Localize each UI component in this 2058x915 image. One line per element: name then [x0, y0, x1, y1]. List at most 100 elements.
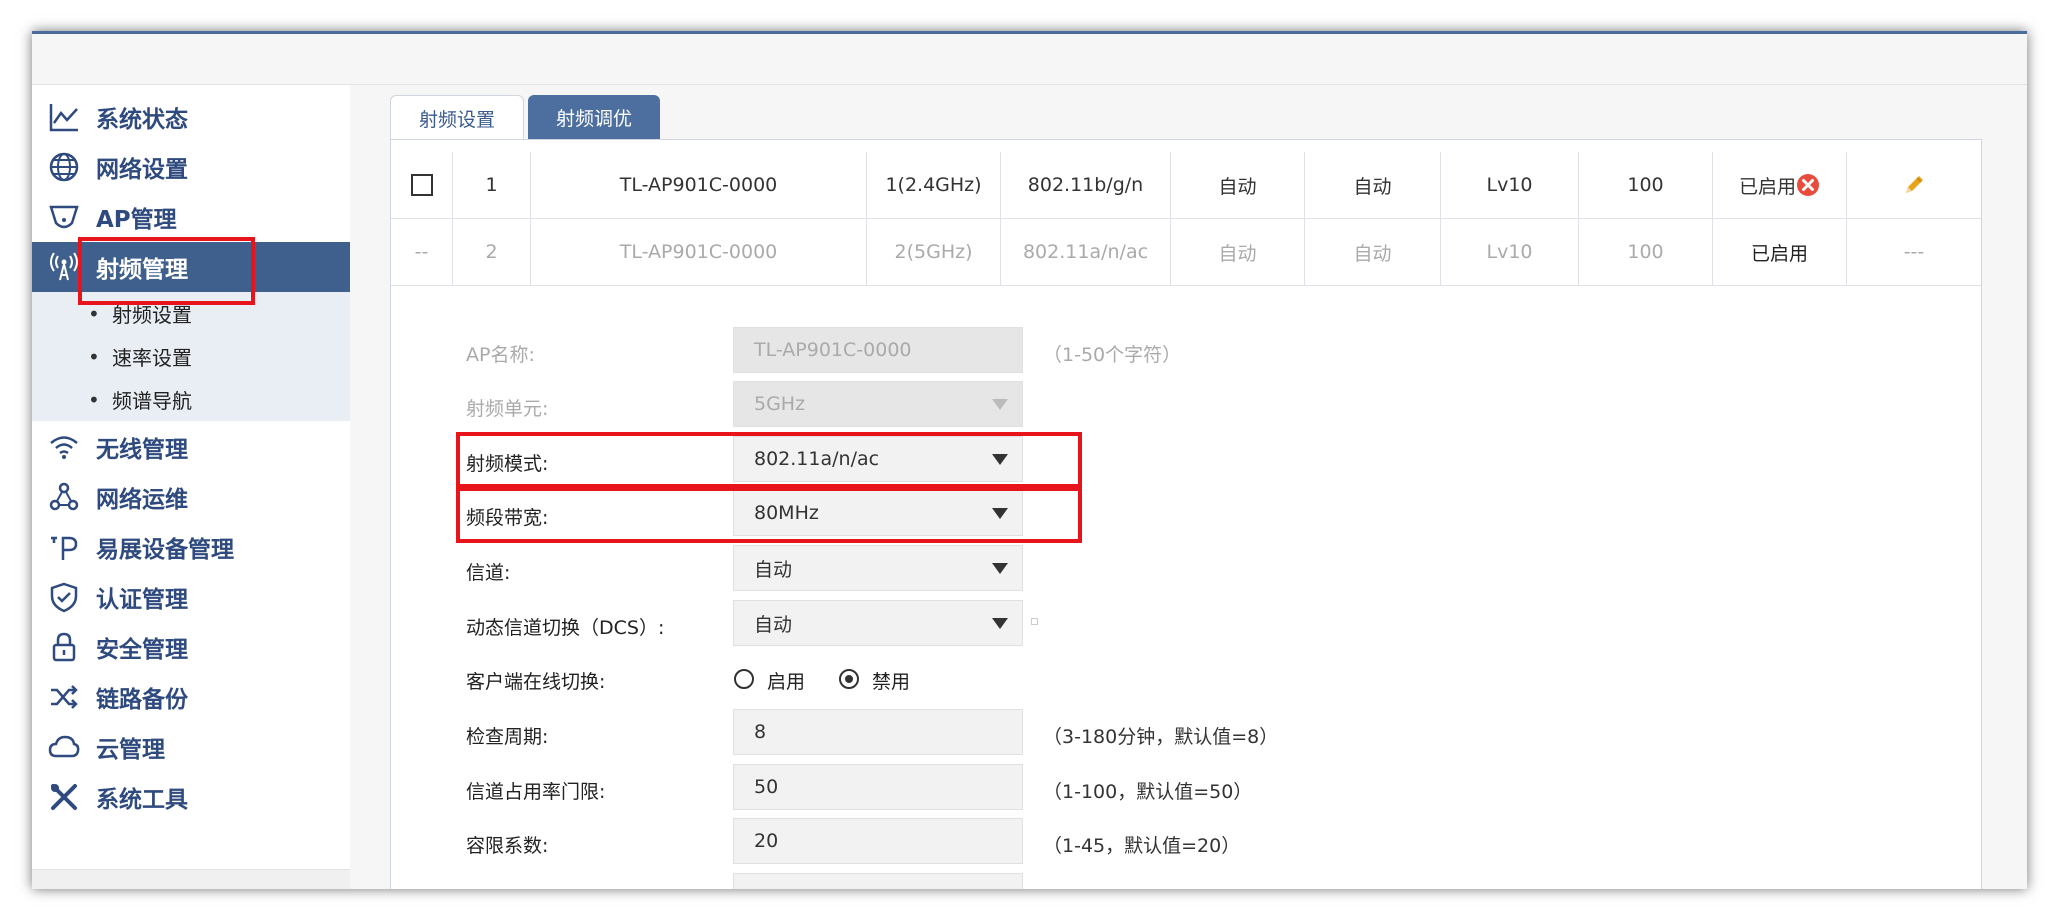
sidebar: 系统状态 网络设置 AP管理 射频管理 • 射频设置 • 速率设置 • 频谱导航…: [32, 85, 350, 889]
channel-select[interactable]: 自动: [733, 545, 1023, 591]
tolerance-hint: （1-45，默认值=20）: [1043, 835, 1241, 857]
highlight-box-bandwidth: [456, 487, 1082, 543]
band-cell: 2(5GHz): [867, 219, 1001, 285]
status-cell: 已启用: [1713, 219, 1847, 285]
power-cell: Lv10: [1441, 219, 1579, 285]
power-cell: Lv10: [1441, 152, 1579, 218]
client-switch-enable-radio[interactable]: [734, 669, 754, 689]
check-period-input[interactable]: 8: [733, 709, 1023, 755]
sidebar-item-label: 易展设备管理: [96, 537, 234, 563]
check-period-hint: （3-180分钟，默认值=8）: [1043, 726, 1279, 748]
highlight-box-radio-mode: [456, 432, 1082, 488]
shuffle-icon: [51, 685, 78, 709]
index-cell: 1: [453, 152, 531, 218]
percent-cell: 100: [1579, 219, 1713, 285]
mode-cell: 802.11b/g/n: [1001, 152, 1171, 218]
sidebar-item-label: 认证管理: [96, 587, 188, 613]
channel-cell: 自动: [1171, 152, 1305, 218]
radio-unit-value: 5GHz: [754, 393, 806, 415]
client-switch-disable-radio[interactable]: [839, 669, 859, 689]
sidebar-subitem-rate-settings[interactable]: • 速率设置: [32, 335, 350, 378]
tolerance-input[interactable]: 20: [733, 818, 1023, 864]
ap-name-cell: TL-AP901C-0000: [531, 219, 867, 285]
chevron-down-icon: [992, 618, 1008, 629]
sidebar-item-label: 网络设置: [96, 157, 188, 183]
check-period-label: 检查周期:: [466, 726, 549, 748]
app-window: 系统状态 网络设置 AP管理 射频管理 • 射频设置 • 速率设置 • 频谱导航…: [32, 31, 2027, 889]
sidebar-item-easy-mesh[interactable]: 易展设备管理: [32, 522, 350, 572]
percent-cell: 100: [1579, 152, 1713, 218]
sidebar-item-system-tools[interactable]: 系统工具: [32, 772, 350, 822]
edit-pencil-icon[interactable]: [1902, 173, 1926, 197]
sidebar-footer: [32, 869, 350, 889]
sidebar-item-label: 云管理: [96, 737, 165, 763]
sidebar-subitem-spectrum-navigation[interactable]: • 频谱导航: [32, 378, 350, 421]
network-nodes-icon: [49, 482, 79, 511]
chevron-down-icon: [992, 563, 1008, 574]
channel-cell: 自动: [1171, 219, 1305, 285]
easy-mesh-icon: [51, 536, 78, 560]
sidebar-item-link-backup[interactable]: 链路备份: [32, 672, 350, 722]
row-checkbox-cell[interactable]: [391, 152, 453, 218]
chart-line-icon: [49, 104, 78, 132]
antenna-icon: [50, 252, 78, 281]
next-field-input[interactable]: [733, 873, 1023, 889]
sidebar-item-ap-management[interactable]: AP管理: [32, 192, 350, 242]
ap-name-hint: （1-50个字符）: [1043, 344, 1182, 366]
ap-shield-icon: [49, 205, 79, 229]
top-bar: [32, 34, 2027, 85]
sidebar-item-label: 系统状态: [96, 107, 188, 133]
shield-check-icon: [50, 582, 78, 613]
cloud-icon: [48, 735, 80, 758]
globe-icon: [49, 152, 79, 182]
client-switch-enable-label[interactable]: 启用: [767, 667, 805, 694]
sidebar-item-label: 系统工具: [96, 787, 188, 813]
status-text: 已启用: [1738, 175, 1796, 198]
tolerance-label: 容限系数:: [466, 835, 549, 857]
client-switch-disable-label[interactable]: 禁用: [872, 667, 910, 694]
tools-icon: [51, 784, 77, 810]
chevron-down-icon: [992, 399, 1008, 410]
band-cell: 1(2.4GHz): [867, 152, 1001, 218]
disable-x-icon[interactable]: [1796, 173, 1820, 197]
sidebar-item-security[interactable]: 安全管理: [32, 622, 350, 672]
channel-threshold-input[interactable]: 50: [733, 764, 1023, 810]
bullet-icon: •: [88, 344, 100, 369]
width-cell: 自动: [1305, 152, 1441, 218]
tab-radio-tuning[interactable]: 射频调优: [528, 95, 660, 139]
channel-label: 信道:: [466, 562, 511, 584]
bullet-icon: •: [88, 301, 100, 326]
channel-threshold-label: 信道占用率门限:: [466, 781, 606, 803]
ap-name-field: TL-AP901C-0000: [733, 327, 1023, 373]
tab-radio-settings[interactable]: 射频设置: [390, 95, 524, 140]
mode-cell: 802.11a/n/ac: [1001, 219, 1171, 285]
radio-unit-label: 射频单元:: [466, 398, 549, 420]
dcs-select[interactable]: 自动: [733, 600, 1023, 646]
sidebar-subitem-label: 速率设置: [112, 346, 192, 370]
ap-name-cell: TL-AP901C-0000: [531, 152, 867, 218]
sidebar-item-wireless-management[interactable]: 无线管理: [32, 422, 350, 472]
dcs-label: 动态信道切换（DCS）:: [466, 617, 665, 639]
channel-threshold-hint: （1-100，默认值=50）: [1043, 781, 1253, 803]
sidebar-item-network-maintenance[interactable]: 网络运维: [32, 472, 350, 522]
index-cell: 2: [453, 219, 531, 285]
row-checkbox-cell: --: [391, 219, 453, 285]
sidebar-item-authentication[interactable]: 认证管理: [32, 572, 350, 622]
dcs-value: 自动: [754, 613, 793, 636]
lock-icon: [52, 632, 76, 662]
sidebar-item-label: 网络运维: [96, 487, 188, 513]
client-switch-label: 客户端在线切换:: [466, 671, 606, 693]
width-cell: 自动: [1305, 219, 1441, 285]
action-cell: ---: [1903, 241, 1925, 263]
ap-name-label: AP名称:: [466, 344, 535, 366]
table-row: 1 TL-AP901C-0000 1(2.4GHz) 802.11b/g/n 自…: [391, 152, 1981, 219]
sidebar-item-label: 无线管理: [96, 437, 188, 463]
sidebar-item-cloud[interactable]: 云管理: [32, 722, 350, 772]
sidebar-item-network-settings[interactable]: 网络设置: [32, 142, 350, 192]
row-checkbox[interactable]: [410, 174, 433, 196]
info-dot-icon: [1031, 618, 1038, 625]
radio-unit-select: 5GHz: [733, 381, 1023, 427]
highlight-box-radio-management: [78, 237, 255, 305]
sidebar-item-system-status[interactable]: 系统状态: [32, 92, 350, 142]
sidebar-subitem-label: 频谱导航: [112, 389, 192, 413]
